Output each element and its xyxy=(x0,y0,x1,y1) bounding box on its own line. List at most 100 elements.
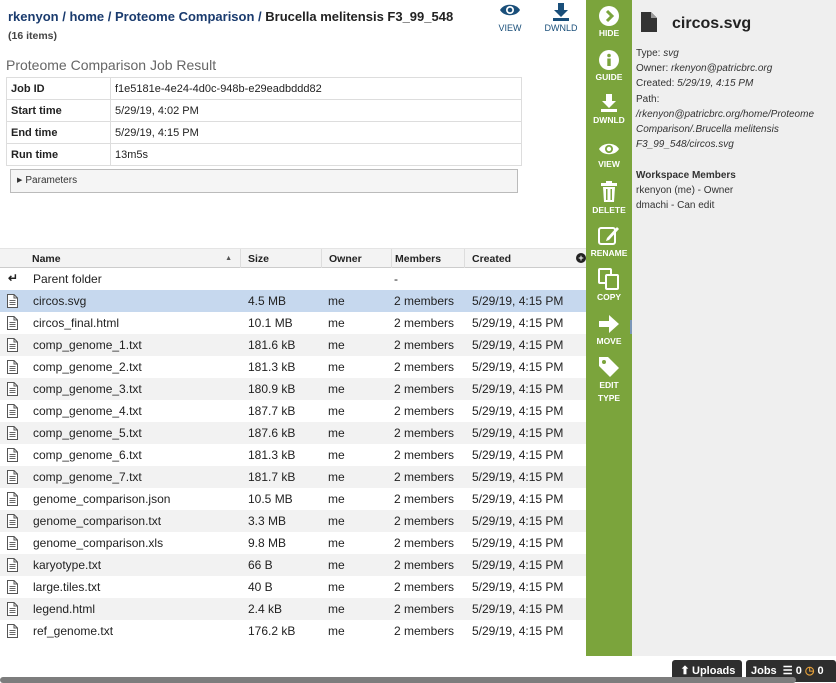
file-name: genome_comparison.json xyxy=(33,492,171,506)
file-text-icon xyxy=(7,492,18,506)
file-name: circos.svg xyxy=(33,294,87,308)
file-row[interactable]: legend.html 2.4 kB me 2 members 5/29/19, 4:1… xyxy=(0,598,586,620)
file-row[interactable]: large.tiles.txt 40 B me 2 members 5/29/19, 4… xyxy=(0,576,586,598)
job-result-title: Proteome Comparison Job Result xyxy=(6,57,217,73)
view-action-label: VIEW xyxy=(598,159,620,169)
file-row[interactable]: genome_comparison.txt 3.3 MB me 2 members 5/… xyxy=(0,510,586,532)
file-members: 2 members xyxy=(394,426,455,440)
breadcrumb-user[interactable]: rkenyon xyxy=(8,9,59,24)
parent-folder-row[interactable]: ↵ Parent folder - xyxy=(0,268,586,290)
parameters-toggle[interactable]: ▶ Parameters xyxy=(10,169,518,193)
column-name-label: Name xyxy=(32,253,61,265)
path-value-line: Comparison/.Brucella melitensis xyxy=(636,124,779,136)
column-header-created[interactable]: Created xyxy=(466,249,570,268)
path-label: Path: xyxy=(636,93,660,105)
file-grid: Name ▲ Size Owner Members Created + ↵ Pa… xyxy=(0,248,586,642)
file-name: comp_genome_5.txt xyxy=(33,426,142,440)
type-label: Type: xyxy=(636,48,661,59)
file-row[interactable]: comp_genome_5.txt 187.6 kB me 2 members 5/29… xyxy=(0,422,586,444)
file-row[interactable]: circos.svg 4.5 MB me 2 members 5/29/19, 4:15… xyxy=(0,290,586,312)
column-header-name[interactable]: Name ▲ xyxy=(26,249,241,268)
delete-button[interactable]: DELETE xyxy=(586,181,632,217)
view-button[interactable]: VIEW xyxy=(488,0,532,33)
workspace-members: Workspace Members rkenyon (me) - Owner d… xyxy=(636,168,736,213)
file-size: 10.5 MB xyxy=(248,492,293,506)
sort-ascending-icon: ▲ xyxy=(225,255,232,262)
file-owner: me xyxy=(328,448,345,462)
job-info-value: f1e5181e-4e24-4d0c-948b-e29eadbddd82 xyxy=(110,77,522,100)
file-owner: me xyxy=(328,316,345,330)
file-row[interactable]: genome_comparison.json 10.5 MB me 2 members… xyxy=(0,488,586,510)
view-action-button[interactable]: VIEW xyxy=(586,141,632,171)
file-text-icon xyxy=(7,580,18,594)
parent-folder-members: - xyxy=(394,272,398,286)
file-text-icon xyxy=(7,360,18,374)
file-size: 9.8 MB xyxy=(248,536,287,550)
owner-label: Owner: xyxy=(636,63,669,75)
copy-button[interactable]: COPY xyxy=(586,268,632,304)
file-text-icon xyxy=(7,382,18,396)
job-info-key: Start time xyxy=(6,99,111,122)
file-size: 4.5 MB xyxy=(248,294,287,308)
edit-type-button[interactable]: EDIT TYPE xyxy=(586,356,632,405)
member-entry: dmachi - Can edit xyxy=(636,200,715,211)
jobs-label: Jobs xyxy=(751,665,777,677)
file-row[interactable]: comp_genome_4.txt 187.7 kB me 2 members 5/29… xyxy=(0,400,586,422)
breadcrumb-home[interactable]: home xyxy=(69,9,104,24)
file-owner: me xyxy=(328,382,345,396)
download-button[interactable]: DWNLD xyxy=(539,0,583,33)
file-row[interactable]: ref_genome.txt 176.2 kB me 2 members 5/29/19… xyxy=(0,620,586,642)
column-header-size[interactable]: Size xyxy=(242,249,322,268)
grid-header: Name ▲ Size Owner Members Created + xyxy=(0,248,586,268)
file-row[interactable]: comp_genome_3.txt 180.9 kB me 2 members 5/29… xyxy=(0,378,586,400)
file-size: 187.6 kB xyxy=(248,426,296,440)
file-row[interactable]: karyotype.txt 66 B me 2 members 5/29/19, 4:1… xyxy=(0,554,586,576)
file-row[interactable]: genome_comparison.xls 9.8 MB me 2 members 5/… xyxy=(0,532,586,554)
download-action-button[interactable]: DWNLD xyxy=(586,93,632,127)
guide-button[interactable]: GUIDE xyxy=(586,50,632,84)
file-row[interactable]: circos_final.html 10.1 MB me 2 members 5/29/… xyxy=(0,312,586,334)
tag-icon xyxy=(599,357,619,377)
file-row[interactable]: comp_genome_1.txt 181.6 kB me 2 members 5/29… xyxy=(0,334,586,356)
file-members: 2 members xyxy=(394,492,455,506)
job-info-row: Start time 5/29/19, 4:02 PM xyxy=(6,99,522,122)
file-row[interactable]: comp_genome_7.txt 181.7 kB me 2 members 5/29… xyxy=(0,466,586,488)
breadcrumb-current: Brucella melitensis F3_99_548 xyxy=(265,9,454,24)
file-created: 5/29/19, 4:15 PM xyxy=(472,470,564,484)
hide-button[interactable]: HIDE xyxy=(586,6,632,40)
file-created: 5/29/19, 4:15 PM xyxy=(472,404,564,418)
jobs-running-count: 0 xyxy=(817,665,824,677)
breadcrumb-folder[interactable]: Proteome Comparison xyxy=(115,9,254,24)
file-size: 66 B xyxy=(248,558,273,572)
file-text-icon xyxy=(7,338,18,352)
copy-label: COPY xyxy=(596,292,622,302)
owner-value: rkenyon@patricbrc.org xyxy=(671,63,773,75)
move-button[interactable]: MOVE xyxy=(586,314,632,348)
hide-label: HIDE xyxy=(598,28,620,38)
add-column-icon[interactable]: + xyxy=(576,253,586,263)
file-size: 40 B xyxy=(248,580,273,594)
edit-icon xyxy=(598,227,619,245)
file-owner: me xyxy=(328,404,345,418)
eye-icon xyxy=(500,4,520,16)
file-row[interactable]: comp_genome_2.txt 181.3 kB me 2 members 5/29… xyxy=(0,356,586,378)
file-row[interactable]: comp_genome_6.txt 181.3 kB me 2 members 5/29… xyxy=(0,444,586,466)
column-header-members[interactable]: Members xyxy=(389,249,465,268)
file-members: 2 members xyxy=(394,514,455,528)
file-members: 2 members xyxy=(394,294,455,308)
rename-button[interactable]: RENAME xyxy=(586,224,632,260)
file-owner: me xyxy=(328,294,345,308)
file-owner: me xyxy=(328,426,345,440)
eye-icon xyxy=(599,143,619,155)
file-text-icon xyxy=(7,404,18,418)
file-created: 5/29/19, 4:15 PM xyxy=(472,514,564,528)
file-created: 5/29/19, 4:15 PM xyxy=(472,316,564,330)
column-header-owner[interactable]: Owner xyxy=(323,249,392,268)
file-name: comp_genome_4.txt xyxy=(33,404,142,418)
horizontal-scrollbar[interactable] xyxy=(0,677,796,683)
type-value: svg xyxy=(663,48,679,59)
guide-label: GUIDE xyxy=(595,72,623,82)
file-text-icon xyxy=(7,294,18,308)
file-owner: me xyxy=(328,470,345,484)
file-created: 5/29/19, 4:15 PM xyxy=(472,580,564,594)
